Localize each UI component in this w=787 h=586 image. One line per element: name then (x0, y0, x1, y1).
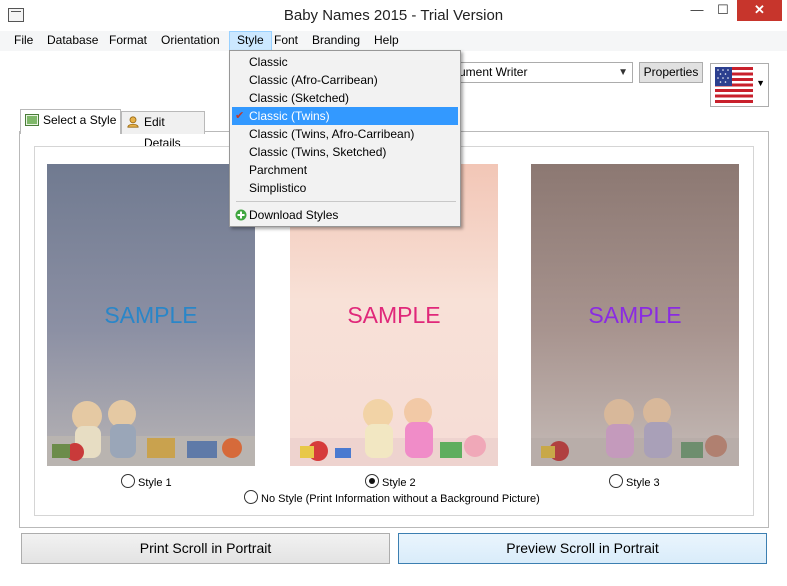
no-style-radio[interactable]: No Style (Print Information without a Ba… (244, 490, 540, 505)
check-icon: ✔ (235, 110, 245, 122)
style-3-preview[interactable]: SAMPLE (531, 164, 739, 466)
menu-font[interactable]: Font (267, 31, 305, 51)
menu-orientation[interactable]: Orientation (154, 31, 227, 51)
tab-label: Select a Style (43, 113, 117, 127)
radio-circle[interactable] (244, 490, 258, 504)
radio-label: No Style (Print Information without a Ba… (261, 493, 540, 505)
printer-select[interactable]: cument Writer ▼ (448, 62, 633, 83)
menu-item-simplistico[interactable]: Simplistico (232, 179, 458, 197)
menu-item-label: Download Styles (249, 208, 339, 222)
properties-button[interactable]: Properties (639, 62, 703, 83)
tab-label: Edit Details (144, 115, 181, 150)
tab-edit-details[interactable]: Edit Details (121, 111, 205, 150)
radio-circle[interactable] (365, 474, 379, 488)
menu-format[interactable]: Format (102, 31, 154, 51)
maximize-button[interactable]: ☐ (710, 0, 736, 21)
window-title: Baby Names 2015 - Trial Version (283, 7, 504, 24)
sample-text: SAMPLE (347, 302, 441, 328)
style-1-radio[interactable]: Style 1 (121, 474, 172, 489)
menu-item-classic-twins[interactable]: ✔ Classic (Twins) (232, 107, 458, 125)
us-flag-icon (715, 67, 753, 103)
style-3-radio[interactable]: Style 3 (609, 474, 660, 489)
menu-item-classic-sketched[interactable]: Classic (Sketched) (232, 89, 458, 107)
user-icon (127, 116, 139, 128)
menu-item-classic[interactable]: Classic (232, 53, 458, 71)
menu-item-download-styles[interactable]: Download Styles (232, 206, 458, 224)
menu-item-label: Classic (Twins) (249, 109, 330, 123)
print-scroll-button[interactable]: Print Scroll in Portrait (21, 533, 390, 564)
radio-label: Style 3 (626, 477, 660, 489)
radio-label: Style 2 (382, 477, 416, 489)
style-dropdown-menu: Classic Classic (Afro-Carribean) Classic… (229, 50, 461, 227)
close-button[interactable]: ✕ (737, 0, 782, 21)
menu-item-parchment[interactable]: Parchment (232, 161, 458, 179)
menu-item-classic-afro-carribean[interactable]: Classic (Afro-Carribean) (232, 71, 458, 89)
menu-help[interactable]: Help (367, 31, 406, 51)
chevron-down-icon: ▼ (756, 78, 765, 88)
radio-circle[interactable] (609, 474, 623, 488)
menu-style[interactable]: Style (229, 31, 272, 51)
tab-select-a-style[interactable]: Select a Style (20, 109, 121, 134)
style-2-radio[interactable]: Style 2 (365, 474, 416, 489)
menu-separator (236, 201, 456, 202)
preview-scroll-button[interactable]: Preview Scroll in Portrait (398, 533, 767, 564)
picture-icon (25, 114, 39, 126)
menu-database[interactable]: Database (40, 31, 105, 51)
sample-text: SAMPLE (588, 302, 682, 328)
babies-toys-illustration (290, 398, 498, 466)
language-flag-button[interactable]: ▼ (710, 63, 769, 107)
style-1-preview[interactable]: SAMPLE (47, 164, 255, 466)
babies-toys-illustration (531, 398, 739, 466)
menu-file[interactable]: File (7, 31, 40, 51)
plus-icon (235, 209, 247, 221)
minimize-button[interactable]: — (684, 0, 710, 21)
menu-item-classic-twins-afro-carribean[interactable]: Classic (Twins, Afro-Carribean) (232, 125, 458, 143)
sample-text: SAMPLE (104, 302, 198, 328)
radio-label: Style 1 (138, 477, 172, 489)
babies-toys-illustration (47, 400, 255, 466)
menu-branding[interactable]: Branding (305, 31, 367, 51)
chevron-down-icon: ▼ (618, 67, 628, 78)
printer-select-value: cument Writer (453, 65, 528, 79)
radio-circle[interactable] (121, 474, 135, 488)
menu-item-classic-twins-sketched[interactable]: Classic (Twins, Sketched) (232, 143, 458, 161)
